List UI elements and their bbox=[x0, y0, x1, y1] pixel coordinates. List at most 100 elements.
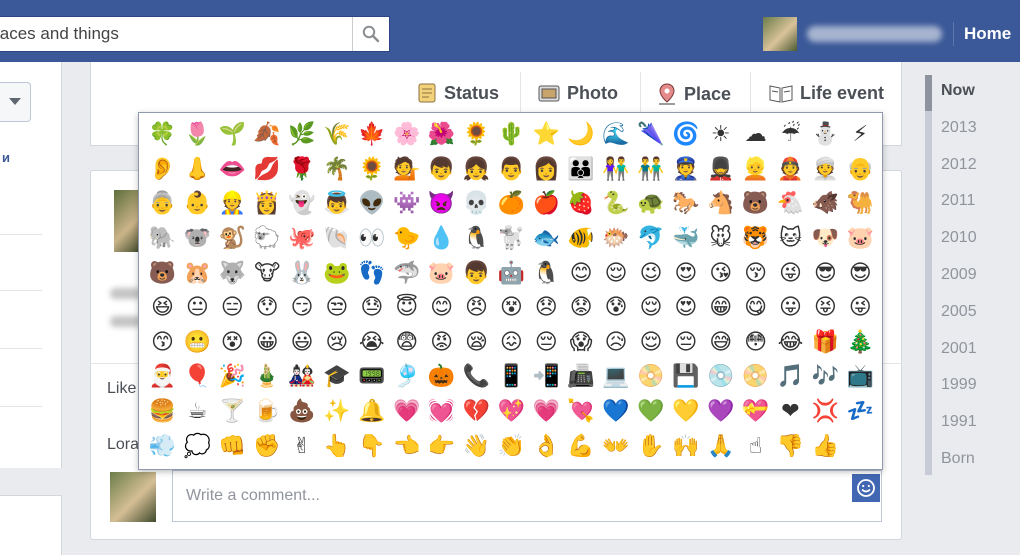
emoji-item[interactable]: 🍔 bbox=[145, 395, 180, 430]
timeline-item[interactable]: 2010 bbox=[941, 229, 977, 247]
life-event-button[interactable]: Life event bbox=[768, 82, 884, 104]
emoji-item[interactable]: 😙 bbox=[145, 326, 180, 361]
emoji-item[interactable]: ❤ bbox=[773, 395, 808, 430]
emoji-item[interactable]: 💙 bbox=[599, 395, 634, 430]
emoji-item[interactable]: 😟 bbox=[564, 291, 599, 326]
emoji-item[interactable]: 😛 bbox=[773, 291, 808, 326]
emoji-item[interactable]: 😇 bbox=[389, 291, 424, 326]
emoji-item[interactable]: 💢 bbox=[808, 395, 843, 430]
left-dropdown-button[interactable] bbox=[0, 82, 31, 122]
emoji-item[interactable]: 😍 bbox=[668, 256, 703, 291]
emoji-item[interactable]: 🐠 bbox=[564, 222, 599, 257]
emoji-item[interactable]: 😯 bbox=[250, 291, 285, 326]
emoji-item[interactable]: 👦 bbox=[459, 256, 494, 291]
emoji-item[interactable]: 😜 bbox=[773, 256, 808, 291]
emoji-item[interactable]: 🍁 bbox=[354, 118, 389, 153]
emoji-item[interactable]: 🐷 bbox=[424, 256, 459, 291]
emoji-item[interactable]: 👃 bbox=[180, 153, 215, 188]
emoji-item[interactable]: 🎈 bbox=[180, 360, 215, 395]
emoji-item[interactable]: 🎅 bbox=[145, 360, 180, 395]
emoji-item[interactable]: 😝 bbox=[808, 291, 843, 326]
emoji-item[interactable]: 😔 bbox=[529, 326, 564, 361]
emoji-item[interactable]: 👶 bbox=[180, 187, 215, 222]
emoji-item[interactable]: ✨ bbox=[319, 395, 354, 430]
emoji-item[interactable]: 🐩 bbox=[494, 222, 529, 257]
emoji-item[interactable]: 👷 bbox=[215, 187, 250, 222]
emoji-item[interactable]: 😨 bbox=[389, 326, 424, 361]
emoji-item[interactable]: 👮 bbox=[668, 153, 703, 188]
emoji-item[interactable]: 😌 bbox=[633, 326, 668, 361]
emoji-item[interactable]: 🐗 bbox=[808, 187, 843, 222]
emoji-item[interactable]: ✋ bbox=[633, 429, 668, 464]
emoji-item[interactable]: 🐬 bbox=[633, 222, 668, 257]
emoji-item[interactable]: 🌱 bbox=[215, 118, 250, 153]
emoji-item[interactable]: 🐯 bbox=[738, 222, 773, 257]
emoji-item[interactable]: 🎉 bbox=[215, 360, 250, 395]
emoji-item[interactable]: 😎 bbox=[808, 256, 843, 291]
timeline-item[interactable]: 2012 bbox=[941, 156, 977, 174]
emoji-item[interactable]: 🐍 bbox=[599, 187, 634, 222]
search-input[interactable] bbox=[0, 17, 352, 51]
emoji-item[interactable]: 👪 bbox=[564, 153, 599, 188]
timeline-item[interactable]: 1991 bbox=[941, 413, 977, 431]
emoji-item[interactable]: 🍸 bbox=[215, 395, 250, 430]
emoji-item[interactable]: 💖 bbox=[494, 395, 529, 430]
emoji-item[interactable]: 💚 bbox=[633, 395, 668, 430]
emoji-item[interactable]: 🌀 bbox=[668, 118, 703, 153]
emoji-item[interactable]: 👱 bbox=[738, 153, 773, 188]
emoji-item[interactable]: 💛 bbox=[668, 395, 703, 430]
timeline-item[interactable]: 2009 bbox=[941, 266, 977, 284]
emoji-item[interactable]: 👽 bbox=[354, 187, 389, 222]
emoji-item[interactable]: 💁 bbox=[389, 153, 424, 188]
place-button[interactable]: Place bbox=[656, 82, 731, 106]
emoji-item[interactable]: 🌴 bbox=[319, 153, 354, 188]
emoji-item[interactable]: 🐎 bbox=[668, 187, 703, 222]
emoji-item[interactable]: 🦈 bbox=[389, 256, 424, 291]
emoji-item[interactable]: 👎 bbox=[773, 429, 808, 464]
emoji-item[interactable]: 👩 bbox=[529, 153, 564, 188]
emoji-item[interactable]: 👈 bbox=[389, 429, 424, 464]
emoji-item[interactable]: 🔔 bbox=[354, 395, 389, 430]
emoji-item[interactable]: 🍓 bbox=[564, 187, 599, 222]
emoji-item[interactable]: 🐺 bbox=[215, 256, 250, 291]
photo-button[interactable]: Photo bbox=[537, 82, 618, 104]
emoji-item[interactable]: 👀 bbox=[354, 222, 389, 257]
emoji-item[interactable]: 🍀 bbox=[145, 118, 180, 153]
emoji-item[interactable]: 🎃 bbox=[424, 360, 459, 395]
profile-name-blurred[interactable] bbox=[807, 26, 942, 42]
home-link[interactable]: Home bbox=[964, 24, 1011, 44]
emoji-item[interactable]: 👸 bbox=[250, 187, 285, 222]
emoji-item[interactable]: 👴 bbox=[843, 153, 878, 188]
emoji-item[interactable]: 🎄 bbox=[843, 326, 878, 361]
emoji-item[interactable]: 🐒 bbox=[215, 222, 250, 257]
emoji-item[interactable]: 😏 bbox=[285, 291, 320, 326]
emoji-item[interactable]: 🍺 bbox=[250, 395, 285, 430]
emoji-item[interactable]: 👲 bbox=[773, 153, 808, 188]
emoji-item[interactable]: 🐶 bbox=[808, 222, 843, 257]
emoji-item[interactable]: 😡 bbox=[424, 326, 459, 361]
emoji-item[interactable]: 🙏 bbox=[703, 429, 738, 464]
emoji-item[interactable]: 👦 bbox=[424, 153, 459, 188]
emoji-item[interactable]: 💾 bbox=[668, 360, 703, 395]
emoji-item[interactable]: 📱 bbox=[494, 360, 529, 395]
emoji-item[interactable]: 🎶 bbox=[808, 360, 843, 395]
emoji-item[interactable]: 🐚 bbox=[319, 222, 354, 257]
emoji-item[interactable]: 👼 bbox=[319, 187, 354, 222]
profile-avatar[interactable] bbox=[763, 17, 797, 51]
emoji-item[interactable]: 🎍 bbox=[250, 360, 285, 395]
emoji-item[interactable]: 😜 bbox=[843, 291, 878, 326]
emoji-item[interactable]: 👬 bbox=[633, 153, 668, 188]
emoji-item[interactable]: ✌ bbox=[285, 429, 320, 464]
emoji-item[interactable]: 🐻 bbox=[145, 256, 180, 291]
emoji-item[interactable]: 💪 bbox=[564, 429, 599, 464]
emoji-item[interactable]: 🐤 bbox=[389, 222, 424, 257]
emoji-item[interactable]: ⚡ bbox=[843, 118, 878, 153]
emoji-item[interactable]: 🌺 bbox=[424, 118, 459, 153]
emoji-item[interactable]: 💿 bbox=[703, 360, 738, 395]
emoji-item[interactable]: 💔 bbox=[459, 395, 494, 430]
emoji-item[interactable]: 👆 bbox=[319, 429, 354, 464]
emoji-item[interactable]: 💋 bbox=[250, 153, 285, 188]
emoji-item[interactable]: 💝 bbox=[738, 395, 773, 430]
commenter-name[interactable]: Lora bbox=[107, 436, 139, 454]
emoji-item[interactable]: 📺 bbox=[843, 360, 878, 395]
